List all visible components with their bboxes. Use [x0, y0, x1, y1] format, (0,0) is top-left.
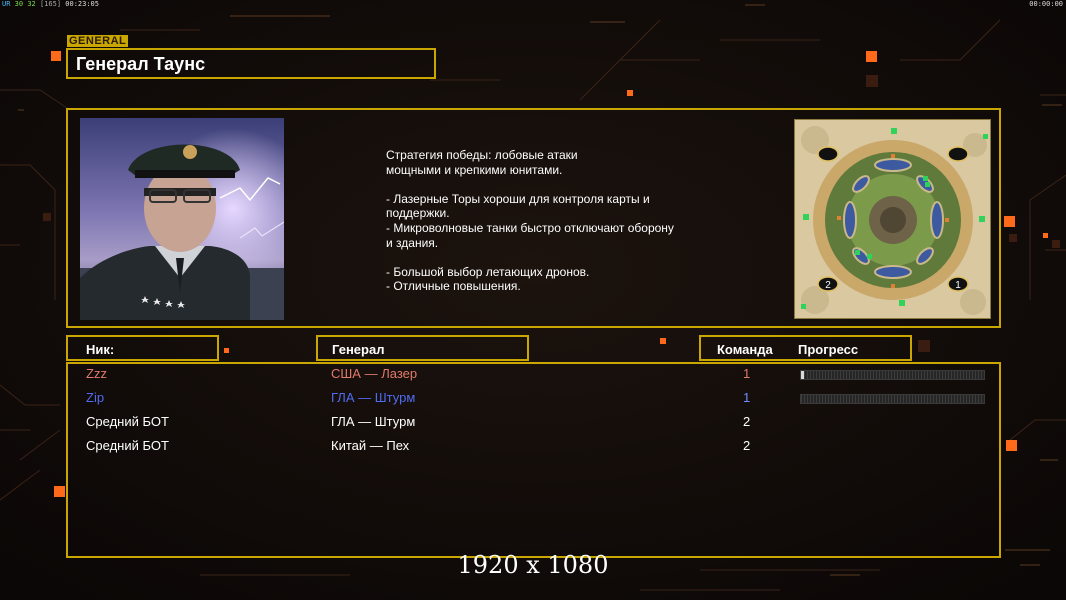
loading-progress-bar	[800, 370, 985, 380]
general-name: Генерал Таунс	[76, 54, 206, 74]
section-tag: GENERAL	[67, 35, 129, 47]
perf-ping: [165]	[39, 0, 62, 8]
general-portrait	[80, 118, 284, 320]
header-progress-label: Прогресс	[798, 342, 859, 357]
perf-fps: 30	[14, 0, 24, 8]
player-general: ГЛА — Штурм	[331, 414, 416, 429]
player-general: США — Лазер	[331, 366, 418, 381]
player-nick: Средний БОТ	[86, 438, 169, 453]
player-nick: Zzz	[86, 366, 107, 381]
player-general: Китай — Пех	[331, 438, 410, 453]
player-team: 1	[743, 366, 751, 381]
spawn-label-1: 1	[955, 280, 961, 291]
player-team: 2	[743, 414, 751, 429]
perf-counter: UR 30 32 [165] 00:23:05	[2, 0, 99, 8]
player-general: ГЛА — Штурм	[331, 390, 416, 405]
header-general-label: Генерал	[332, 342, 385, 357]
player-row[interactable]: Средний БОТ Китай — Пех 2	[0, 438, 1066, 456]
player-team: 1	[743, 390, 751, 405]
header-nick-label: Ник:	[86, 342, 115, 357]
header-general: Генерал	[316, 335, 529, 361]
player-nick: Zip	[86, 390, 105, 405]
resolution-watermark: 1920 x 1080	[457, 551, 609, 579]
loading-progress-bar	[800, 394, 985, 404]
general-description: Стратегия победы: лобовые атаки мощными …	[386, 148, 674, 294]
player-nick: Средний БОТ	[86, 414, 169, 429]
spawn-label-2: 2	[825, 280, 831, 291]
progress-fill	[801, 371, 804, 379]
game-clock: 00:00:00	[1029, 0, 1063, 8]
header-team-label: Команда	[717, 342, 773, 357]
general-title-box: Генерал Таунс	[66, 48, 436, 79]
perf-fps-2: 32	[27, 0, 36, 8]
player-row[interactable]: Zip ГЛА — Штурм 1	[0, 390, 1066, 408]
player-row[interactable]: Средний БОТ ГЛА — Штурм 2	[0, 414, 1066, 432]
header-team-progress: Команда Прогресс	[699, 335, 912, 361]
header-nick: Ник:	[66, 335, 219, 361]
perf-label: UR	[2, 0, 11, 8]
player-row[interactable]: Zzz США — Лазер 1	[0, 366, 1066, 384]
perf-time: 00:23:05	[65, 0, 99, 8]
player-team: 2	[743, 438, 751, 453]
minimap[interactable]: 2 1	[794, 119, 991, 319]
